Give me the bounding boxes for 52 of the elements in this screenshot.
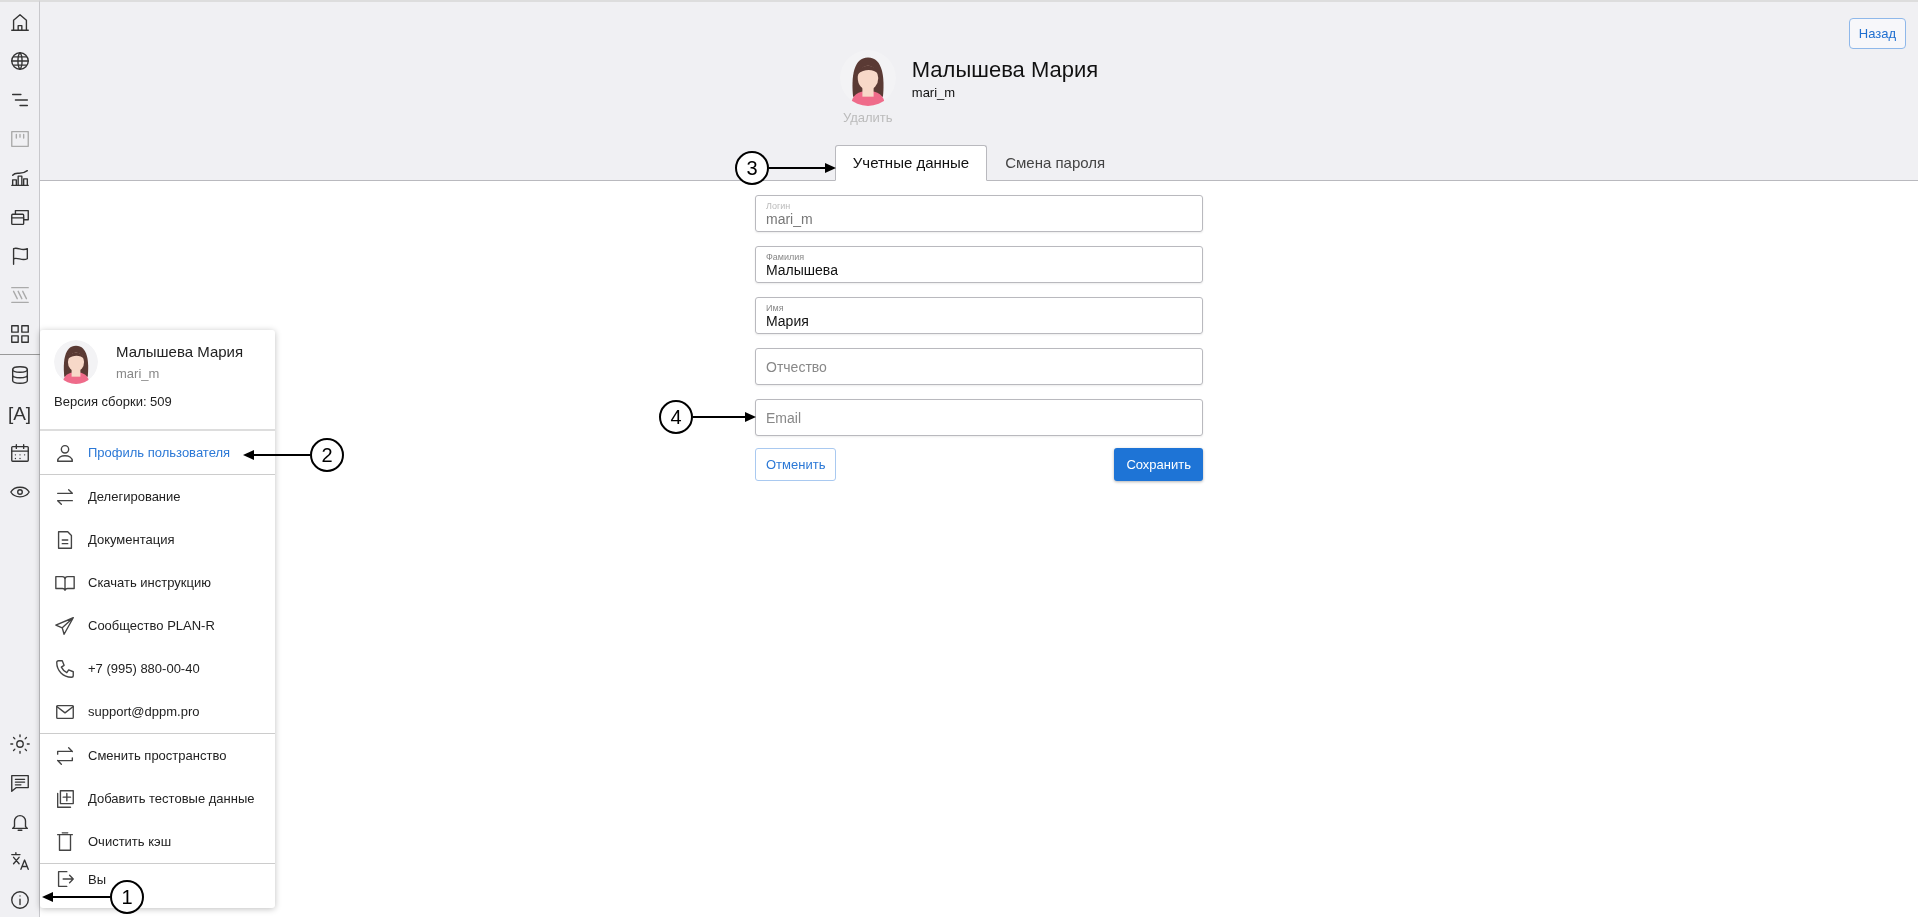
grid-icon[interactable] [8,323,31,345]
home-icon[interactable] [8,11,31,33]
callout-arrow [769,162,836,174]
tab[interactable]: Смена пароля [987,145,1124,181]
input-field[interactable]: Имя Мария [755,297,1203,334]
tab[interactable]: Учетные данные [834,145,988,181]
user-name: Малышева Мария [116,343,244,360]
field-value: Малышева [766,261,839,278]
menu-item[interactable]: Делегирование [40,475,275,518]
callout-arrow [693,411,756,423]
menu-item[interactable]: Профиль пользователя [40,431,275,474]
save-button[interactable]: Сохранить [1114,448,1203,481]
field-label: Логин [766,200,792,211]
input-field[interactable]: Отчество [755,348,1203,385]
trash-icon[interactable] [54,830,76,853]
calendar-icon[interactable] [8,442,31,464]
back-button[interactable]: Назад [1848,18,1906,49]
add-icon[interactable] [54,787,76,810]
field-value: Мария [766,312,810,329]
info-icon[interactable] [8,889,31,911]
menu-item[interactable]: +7 (995) 880-00-40 [40,647,275,690]
cancel-button[interactable]: Отменить [755,448,837,481]
message-icon[interactable] [8,772,31,794]
globe-icon[interactable] [8,50,31,72]
menu-item[interactable]: Вы [40,867,109,891]
user-login: mari_m [116,366,161,381]
callout-number: 2 [310,438,344,472]
menu-item[interactable]: Скачать инструкцию [40,561,275,604]
menu-item[interactable]: Сменить пространство [40,734,275,777]
callout-number: 4 [659,400,693,434]
field-label: Имя [766,302,785,313]
send-icon[interactable] [54,614,76,637]
user-name: Малышева Мария [911,57,1099,83]
menu-item[interactable]: Документация [40,518,275,561]
menu-item[interactable]: Добавить тестовые данные [40,777,275,820]
translate-icon[interactable] [8,850,31,872]
menu-item[interactable]: support@dppm.pro [40,690,275,733]
user-login: mari_m [911,85,957,100]
chart-icon[interactable] [8,167,31,189]
callout-arrow [42,891,110,903]
text-icon[interactable]: [A] [7,403,32,425]
menu-item[interactable]: Очистить кэш [40,820,275,863]
avatar-icon [54,340,98,384]
phone-icon[interactable] [54,657,76,680]
field-label: Фамилия [766,251,806,262]
input-field[interactable]: Email [755,399,1203,436]
version-text: Версия сборки: 509 [54,394,173,409]
menu-item[interactable]: Сообщество PLAN-R [40,604,275,647]
sun-icon[interactable] [8,733,31,755]
input-field[interactable]: Фамилия Малышева [755,246,1203,283]
field-value: mari_m [766,210,814,227]
callout-arrow [243,449,310,461]
